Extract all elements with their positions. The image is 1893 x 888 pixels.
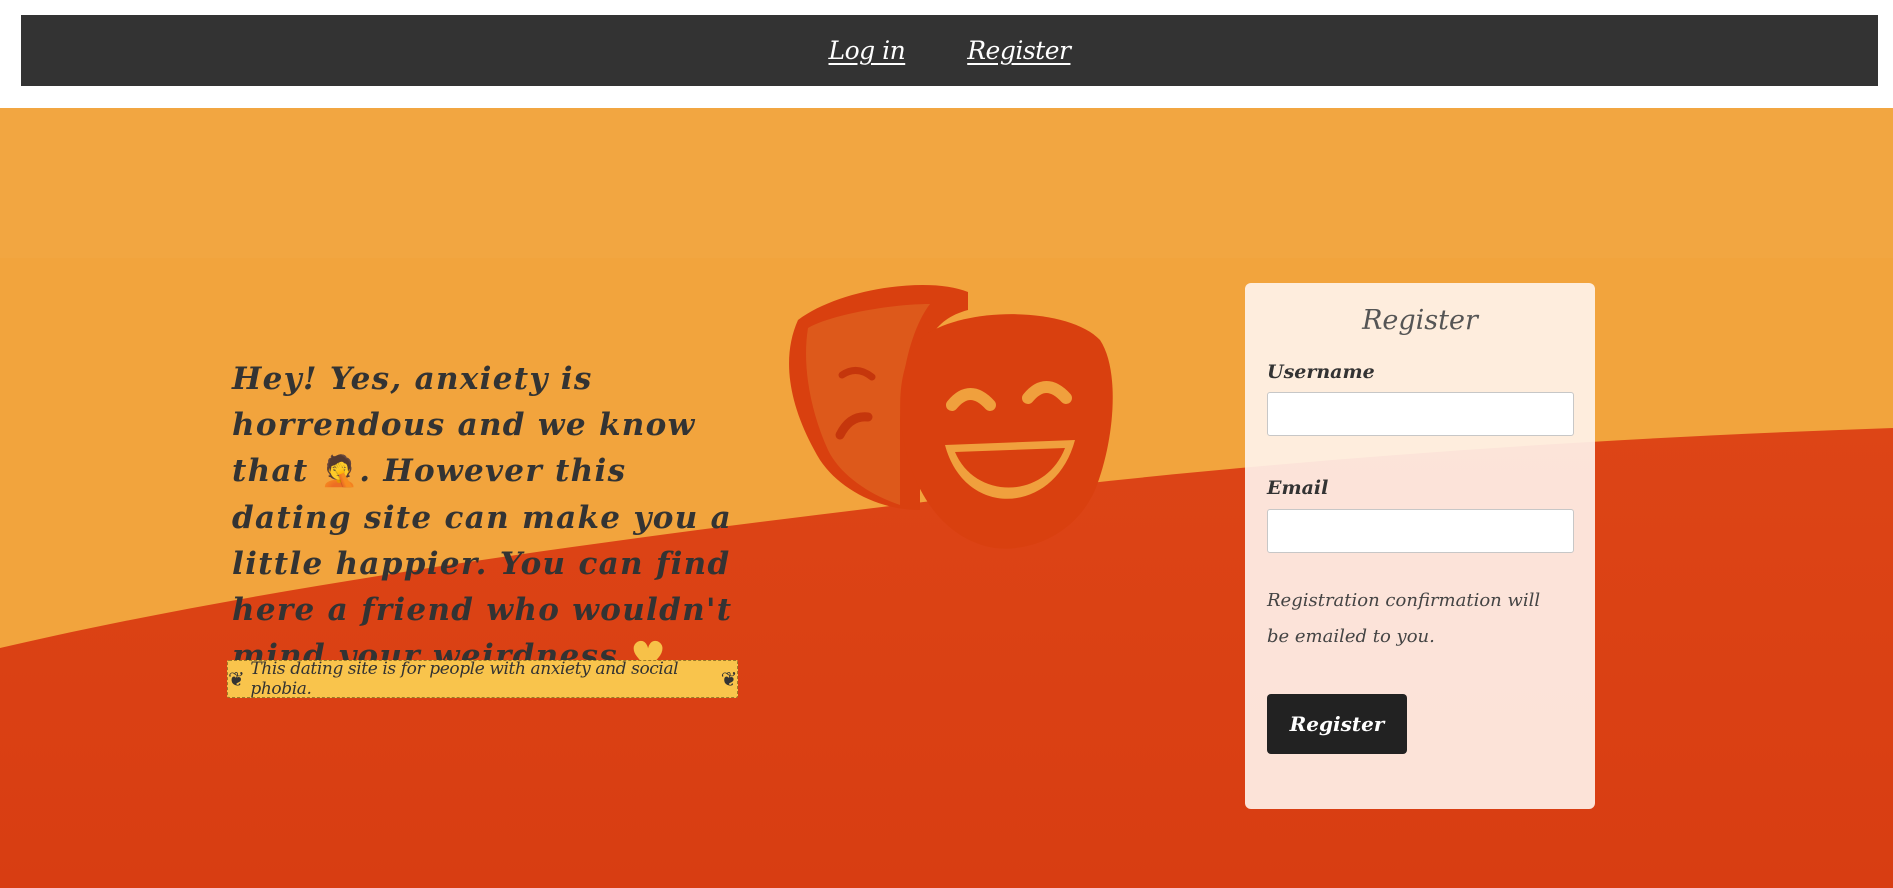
top-navbar: Log in Register: [21, 15, 1878, 86]
hero-section: Hey! Yes, anxiety is horrendous and we k…: [0, 108, 1893, 888]
floral-bullet-icon: ❦: [228, 667, 245, 691]
email-input[interactable]: [1267, 509, 1574, 553]
confirmation-note: Registration confirmation will be emaile…: [1267, 590, 1541, 647]
nav-login-link[interactable]: Log in: [829, 36, 906, 65]
username-input[interactable]: [1267, 392, 1574, 436]
register-card-title: Register: [1362, 305, 1478, 336]
facepalm-icon: 🤦: [320, 454, 360, 489]
audience-notice: ❦ This dating site is for people with an…: [227, 659, 738, 699]
notice-text: This dating site is for people with anxi…: [250, 659, 679, 699]
hero-tagline: Hey! Yes, anxiety is horrendous and we k…: [232, 356, 752, 680]
register-submit-button[interactable]: Register: [1267, 694, 1407, 754]
theater-masks-icon: [789, 284, 1113, 549]
floral-bullet-icon: ❦: [720, 667, 738, 691]
register-card: Register Username Email Registration con…: [1245, 283, 1595, 809]
nav-register-link[interactable]: Register: [967, 36, 1071, 65]
email-label: Email: [1267, 477, 1329, 499]
username-label: Username: [1267, 361, 1375, 383]
